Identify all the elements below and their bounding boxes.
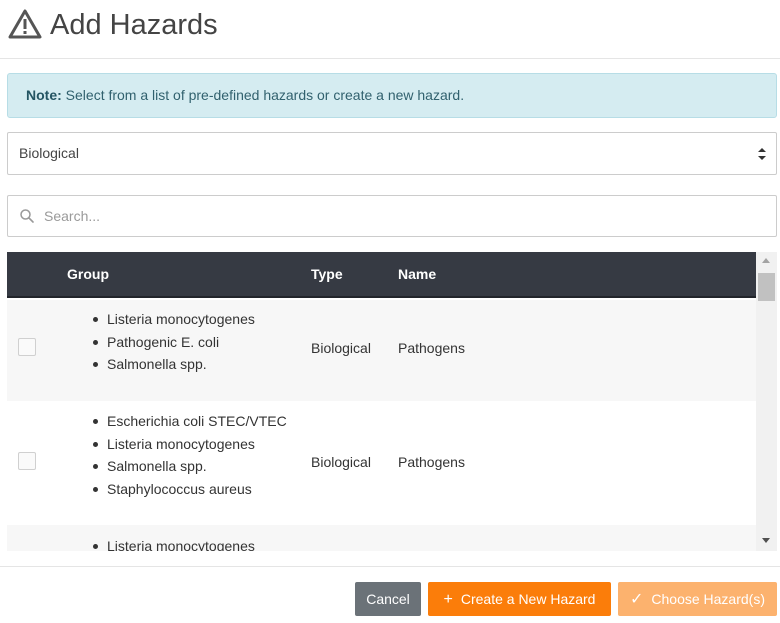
- row-checkbox[interactable]: [18, 452, 36, 470]
- cancel-button-label: Cancel: [366, 591, 410, 607]
- choose-hazards-button[interactable]: ✓ Choose Hazard(s): [618, 582, 777, 616]
- create-hazard-label: Create a New Hazard: [460, 591, 596, 607]
- column-header-group[interactable]: Group: [67, 252, 109, 297]
- dialog-title: Add Hazards: [50, 9, 218, 41]
- scroll-thumb[interactable]: [758, 273, 775, 301]
- group-item: Listeria monocytogenes: [92, 535, 255, 551]
- row-checkbox[interactable]: [18, 338, 36, 356]
- name-cell: Pathogens: [398, 454, 465, 470]
- group-list: Listeria monocytogenes Pathogenic E. col…: [92, 308, 255, 376]
- dialog-header: Add Hazards: [0, 0, 780, 59]
- choose-hazards-label: Choose Hazard(s): [651, 591, 765, 607]
- group-list: Escherichia coli STEC/VTEC Listeria mono…: [92, 410, 287, 500]
- hazard-category-select[interactable]: Biological: [7, 132, 777, 175]
- search-icon: [20, 209, 34, 223]
- search-input[interactable]: [44, 197, 744, 235]
- table-header: Group Type Name: [7, 252, 756, 298]
- group-list: Listeria monocytogenes: [92, 535, 255, 551]
- column-header-type[interactable]: Type: [311, 252, 343, 297]
- search-box[interactable]: [7, 195, 777, 237]
- note-label: Note:: [26, 87, 62, 103]
- scroll-up-icon[interactable]: [762, 258, 770, 263]
- name-cell: Pathogens: [398, 340, 465, 356]
- create-hazard-button[interactable]: + Create a New Hazard: [428, 582, 611, 616]
- hazards-table: Group Type Name Listeria monocytogenes P…: [7, 252, 777, 551]
- warning-triangle-icon: [8, 9, 42, 39]
- group-item: Listeria monocytogenes: [92, 308, 255, 331]
- dialog-footer: Cancel + Create a New Hazard ✓ Choose Haza…: [0, 566, 780, 623]
- group-item: Staphylococcus aureus: [92, 478, 287, 501]
- select-arrows-icon: [758, 148, 766, 160]
- check-icon: ✓: [629, 591, 644, 608]
- table-row[interactable]: Listeria monocytogenes: [7, 525, 756, 551]
- column-header-name[interactable]: Name: [398, 252, 436, 297]
- plus-icon: +: [443, 591, 453, 608]
- note-text: Select from a list of pre-defined hazard…: [61, 87, 465, 103]
- hazard-category-value: Biological: [19, 145, 79, 161]
- table-row[interactable]: Escherichia coli STEC/VTEC Listeria mono…: [7, 401, 756, 525]
- table-row[interactable]: Listeria monocytogenes Pathogenic E. col…: [7, 300, 756, 401]
- table-scrollbar[interactable]: [756, 252, 777, 551]
- type-cell: Biological: [311, 340, 371, 356]
- group-item: Escherichia coli STEC/VTEC: [92, 410, 287, 433]
- type-cell: Biological: [311, 454, 371, 470]
- scroll-down-icon[interactable]: [762, 538, 770, 543]
- group-item: Salmonella spp.: [92, 455, 287, 478]
- group-item: Salmonella spp.: [92, 353, 255, 376]
- note-alert: Note: Select from a list of pre-defined …: [7, 73, 777, 118]
- cancel-button[interactable]: Cancel: [355, 582, 421, 616]
- group-item: Listeria monocytogenes: [92, 433, 287, 456]
- group-item: Pathogenic E. coli: [92, 331, 255, 354]
